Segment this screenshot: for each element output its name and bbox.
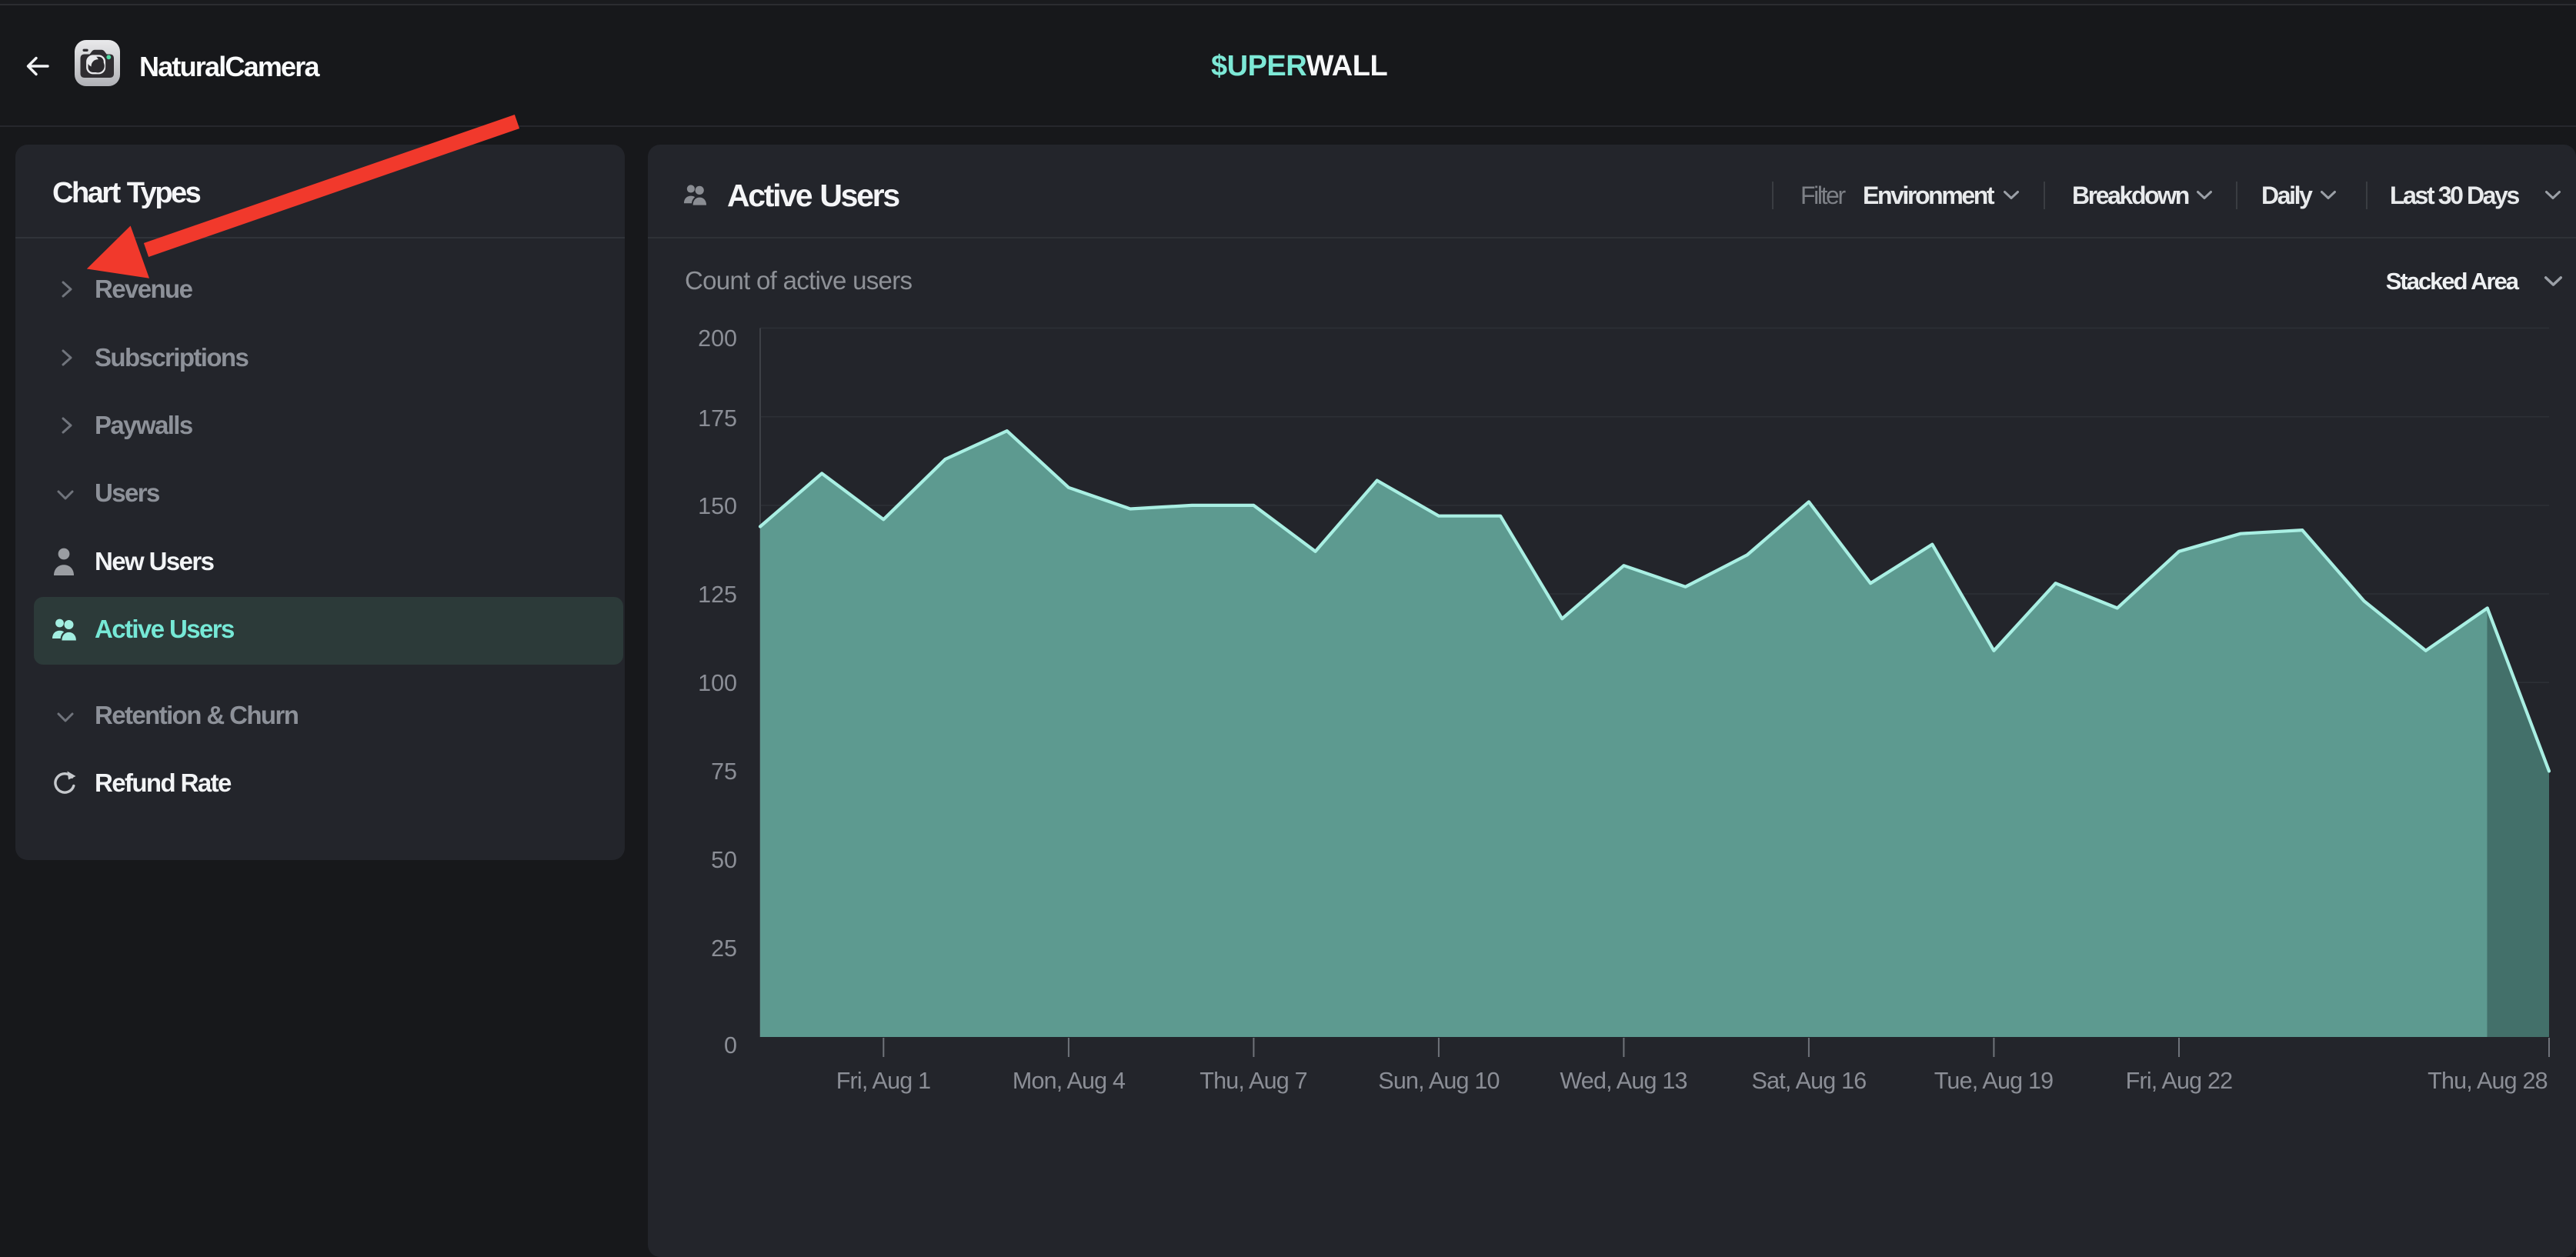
svg-text:75: 75 <box>711 759 737 785</box>
svg-text:Sun, Aug 10: Sun, Aug 10 <box>1378 1068 1499 1094</box>
svg-text:125: 125 <box>698 582 737 608</box>
svg-text:Tue, Aug 19: Tue, Aug 19 <box>1934 1068 2054 1094</box>
svg-text:Sat, Aug 16: Sat, Aug 16 <box>1752 1068 1867 1094</box>
svg-text:Thu, Aug 28: Thu, Aug 28 <box>2428 1068 2548 1094</box>
svg-text:25: 25 <box>711 935 737 962</box>
svg-text:Mon, Aug 4: Mon, Aug 4 <box>1013 1068 1126 1094</box>
svg-text:200: 200 <box>698 325 737 352</box>
svg-text:150: 150 <box>698 493 737 519</box>
svg-text:100: 100 <box>698 670 737 696</box>
svg-text:50: 50 <box>711 847 737 873</box>
svg-text:Wed, Aug 13: Wed, Aug 13 <box>1560 1068 1687 1094</box>
svg-text:Fri, Aug 22: Fri, Aug 22 <box>2126 1068 2233 1094</box>
svg-text:Fri, Aug 1: Fri, Aug 1 <box>836 1068 931 1094</box>
svg-text:Thu, Aug 7: Thu, Aug 7 <box>1200 1068 1307 1094</box>
svg-text:0: 0 <box>724 1032 737 1059</box>
svg-text:175: 175 <box>698 405 737 432</box>
